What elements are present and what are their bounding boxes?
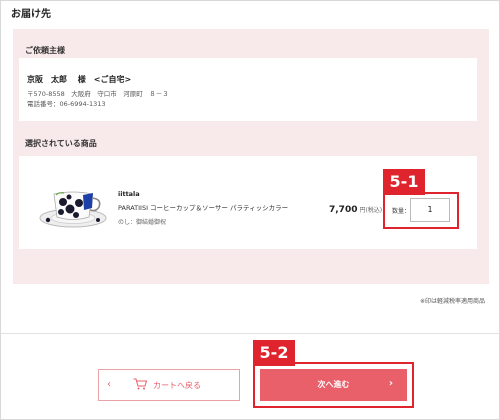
footer-divider <box>1 333 500 334</box>
customer-title: ご依頼主様 <box>25 46 65 55</box>
back-button-label: カートへ戻る <box>153 381 201 390</box>
back-to-cart-button[interactable]: ‹ カートへ戻る <box>98 369 240 401</box>
annotation-tag-5-1: 5-1 <box>383 169 425 195</box>
products-title: 選択されている商品 <box>25 139 97 148</box>
page-frame: お届け先 ご依頼主様 京阪 太郎 様 <ご自宅> 〒570-8558 大阪府 守… <box>0 0 500 420</box>
price-value: 7,700 <box>329 205 358 215</box>
postal-address: 〒570-8558 大阪府 守口市 河原町 ８－３ <box>27 90 169 98</box>
section-title: お届け先 <box>11 9 51 20</box>
phone-number: 電話番号：06-6994-1313 <box>27 100 106 108</box>
product-noshi: のし：御結婚御祝 <box>118 219 167 226</box>
product-brand: iittala <box>118 190 140 198</box>
recipient-name: 京阪 太郎 様 <ご自宅> <box>27 75 132 84</box>
product-price: 7,700 円(税込) <box>329 205 382 215</box>
annotation-tag-5-2: 5-2 <box>253 340 295 366</box>
cart-icon <box>133 378 148 392</box>
product-name: PARATIISI コーヒーカップ＆ソーサー パラティッシカラー <box>118 204 289 212</box>
tax-note: ※印は軽減税率適用商品 <box>419 298 485 305</box>
price-tax-note: 円(税込) <box>359 207 383 214</box>
next-highlight-box <box>253 362 414 408</box>
quantity-highlight-box <box>383 192 459 229</box>
product-image <box>39 191 107 228</box>
chevron-left-icon: ‹ <box>107 379 111 390</box>
